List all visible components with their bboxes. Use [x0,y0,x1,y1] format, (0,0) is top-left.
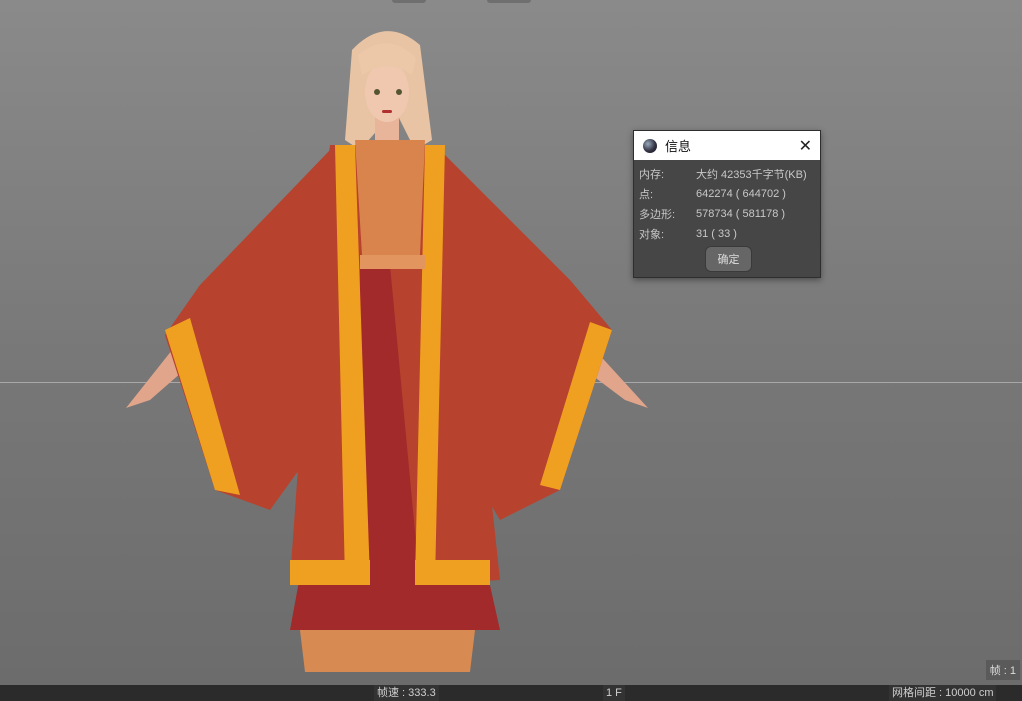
app-logo-icon [643,138,657,153]
frame-readout: 1 F [603,685,625,701]
3d-viewport[interactable] [0,0,1022,685]
info-row-points: 点: 642274 ( 644702 ) [634,184,820,204]
info-dialog: 信息 ✕ 内存: 大约 42353千字节(KB) 点: 642274 ( 64470… [633,130,821,278]
close-icon[interactable]: ✕ [799,136,812,156]
fps-readout: 帧速 : 333.3 [374,685,439,701]
dialog-title-bar: 信息 ✕ [634,131,820,160]
row-value: 642274 ( 644702 ) [696,188,786,200]
row-label: 多边形: [639,209,676,221]
info-row-objects: 对象: 31 ( 33 ) [634,224,820,244]
row-label: 内存: [639,169,665,181]
row-value: 大约 42353千字节(KB) [696,169,807,181]
row-label: 对象: [639,229,665,241]
status-bar: 帧速 : 333.3 1 F 网格间距 : 10000 cm [0,685,1022,701]
ok-button[interactable]: 确定 [705,246,752,272]
row-value: 578734 ( 581178 ) [696,208,786,220]
frame-badge: 帧 : 1 [985,660,1020,680]
dialog-title: 信息 [665,139,692,154]
row-value: 31 ( 33 ) [696,228,737,240]
grid-spacing-readout: 网格间距 : 10000 cm [889,685,997,701]
character-model [126,31,648,672]
info-row-memory: 内存: 大约 42353千字节(KB) [634,164,820,184]
row-label: 点: [639,189,654,201]
info-row-polygons: 多边形: 578734 ( 581178 ) [634,204,820,224]
